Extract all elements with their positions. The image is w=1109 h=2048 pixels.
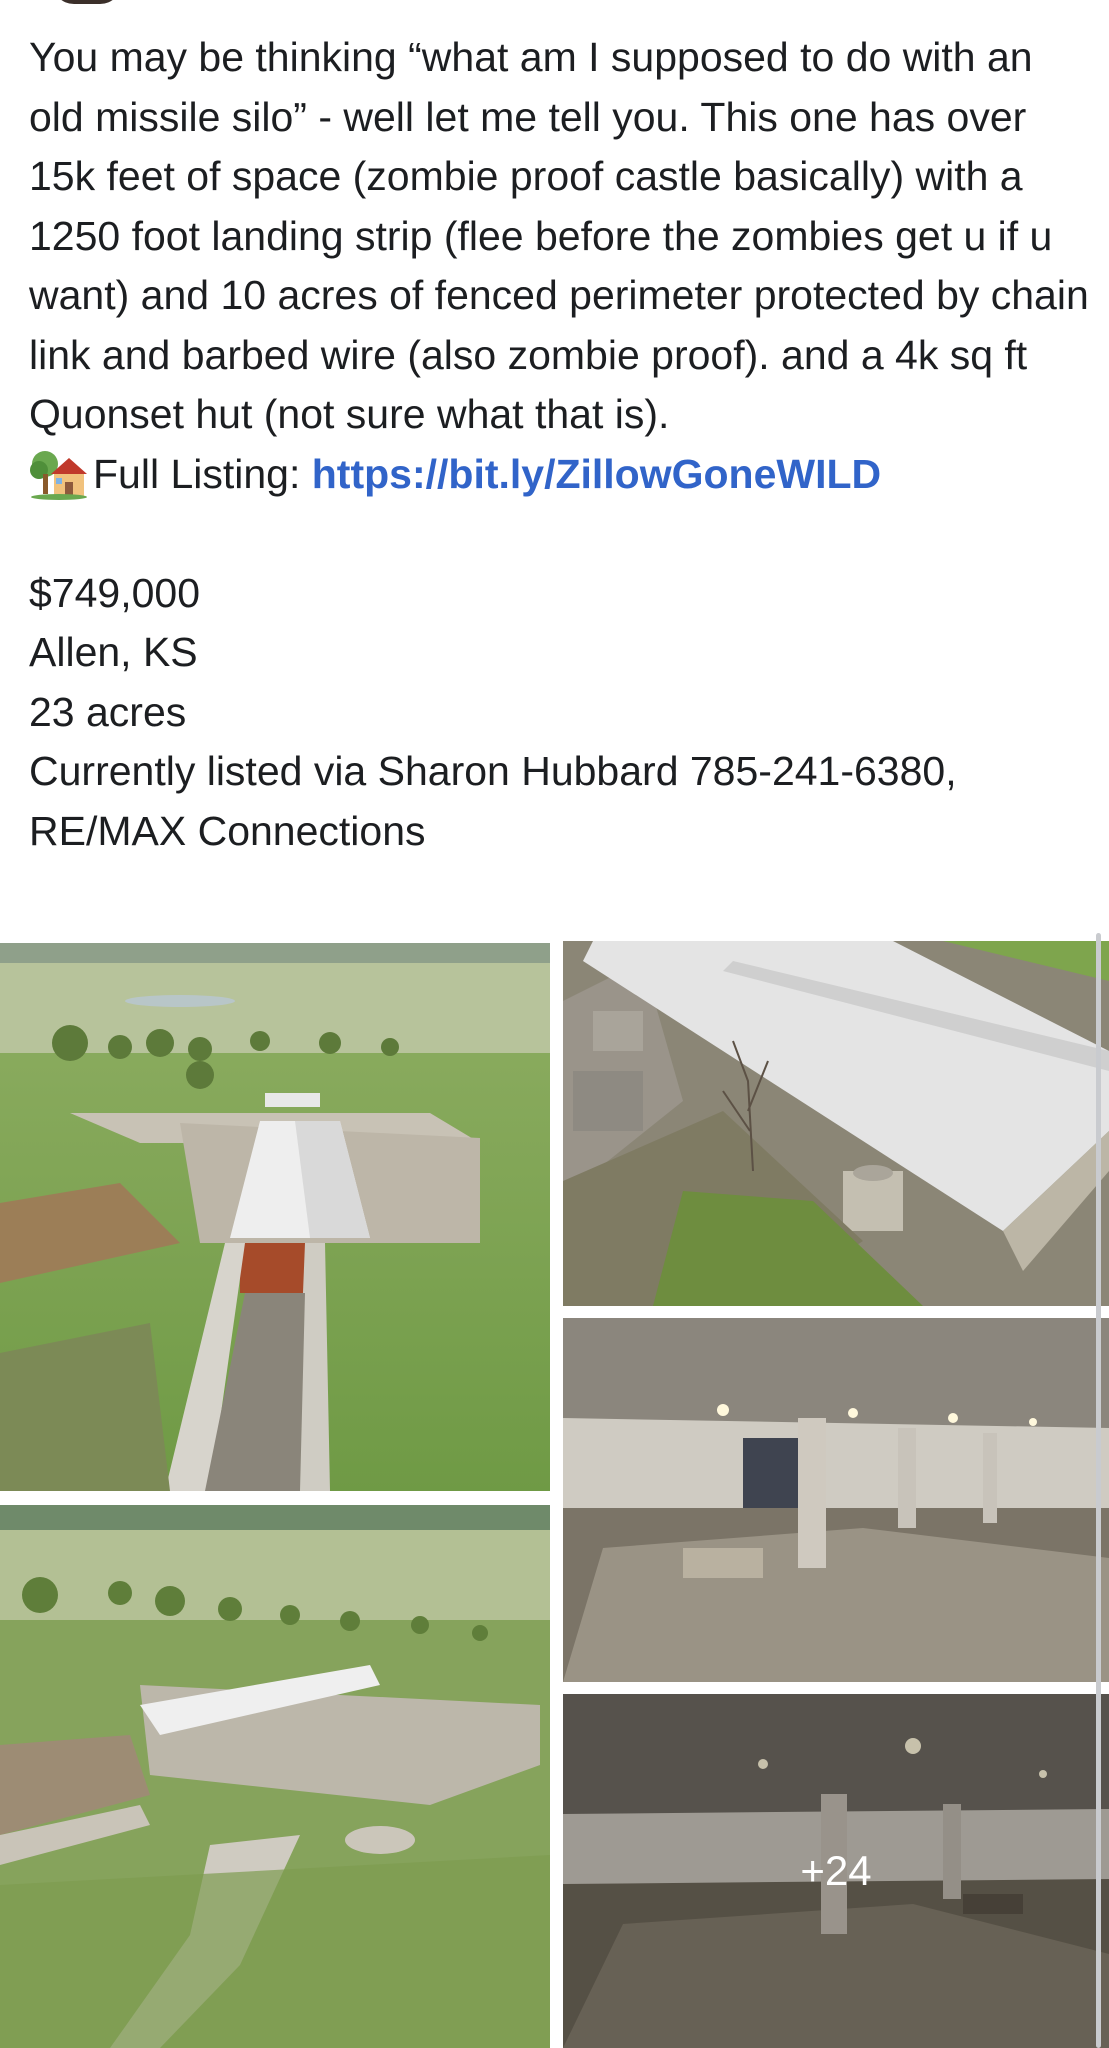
post-body: You may be thinking “what am I supposed … [29, 28, 1089, 861]
author-avatar-edge[interactable] [52, 0, 122, 4]
post-paragraph: You may be thinking “what am I supposed … [29, 34, 1089, 437]
location: Allen, KS [29, 629, 198, 675]
photo-silo-roof-closeup[interactable] [563, 941, 1109, 1306]
agent-line-2: RE/MAX Connections [29, 807, 426, 854]
acreage: 23 acres [29, 688, 187, 735]
listing-label: Full Listing: [93, 450, 312, 497]
house-with-garden-icon [29, 448, 89, 501]
photo-aerial-silo-wide[interactable] [0, 1505, 550, 2048]
more-photos-count[interactable]: +24 [563, 1694, 1109, 2048]
price: $749,000 [29, 569, 201, 616]
listing-link[interactable]: https://bit.ly/ZillowGoneWILD [312, 445, 881, 505]
photo-underground-hall-1[interactable] [563, 1318, 1109, 1682]
listing-line: Full Listing: https://bit.ly/ZillowGoneW… [29, 445, 1089, 505]
photo-underground-hall-2[interactable]: +24 [563, 1694, 1109, 2048]
agent-line-1: Currently listed via Sharon Hubbard 785-… [29, 748, 957, 794]
scrollbar[interactable] [1096, 933, 1101, 2048]
photo-aerial-silo-front[interactable] [0, 943, 550, 1491]
